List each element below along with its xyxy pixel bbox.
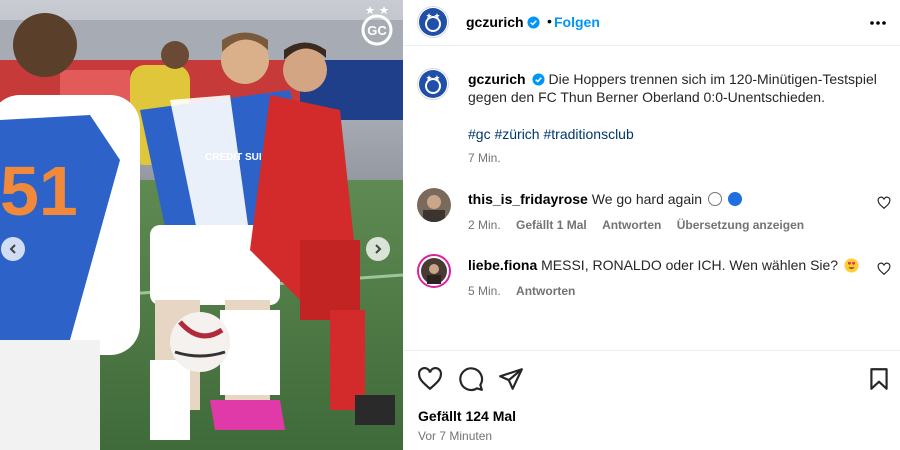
- gc-logo-icon: [419, 8, 447, 36]
- svg-text:GC: GC: [367, 23, 387, 38]
- heart-eyes-emoji-icon: [844, 258, 859, 273]
- comment-like-heart-icon[interactable]: [877, 262, 891, 276]
- avatar-image: [421, 258, 447, 284]
- comment-likes[interactable]: Gefällt 1 Mal: [516, 218, 587, 232]
- like-count[interactable]: Gefällt 124 Mal: [418, 408, 516, 424]
- comment-body: We go hard again: [591, 191, 702, 207]
- avatar-image: [417, 188, 451, 222]
- club-badge-logo: GC: [361, 6, 393, 46]
- comment-item: liebe.fiona MESSI, RONALDO oder ICH. Wen…: [403, 254, 900, 314]
- share-icon[interactable]: [498, 366, 524, 392]
- post-actions-bar: Gefällt 124 Mal Vor 7 Minuten: [403, 350, 900, 450]
- post-media[interactable]: 51 CREDIT SUISSE GC: [0, 0, 403, 450]
- caption-hashtags[interactable]: #gc #zürich #traditionsclub: [468, 126, 634, 142]
- caption-author-username[interactable]: gczurich: [468, 71, 526, 87]
- more-options-icon[interactable]: [868, 13, 888, 33]
- comment-username[interactable]: this_is_fridayrose: [468, 191, 588, 207]
- author-username-text[interactable]: gczurich: [466, 14, 524, 30]
- chevron-left-icon: [9, 244, 16, 254]
- comment-meta: 5 Min. Antworten: [468, 284, 587, 298]
- comment-time: 2 Min.: [468, 218, 501, 232]
- caption-timestamp: 7 Min.: [468, 151, 501, 165]
- verified-badge-icon: [527, 16, 540, 29]
- translate-button[interactable]: Übersetzung anzeigen: [677, 218, 804, 232]
- previous-image-button[interactable]: [1, 237, 25, 261]
- caption-text-block: gczurich Die Hoppers trennen sich im 120…: [468, 70, 888, 106]
- player-number: 51: [0, 152, 78, 230]
- white-circle-emoji-icon: [707, 192, 722, 206]
- commenter-avatar[interactable]: [417, 254, 451, 288]
- comment-body: MESSI, RONALDO oder ICH. Wen wählen Sie?: [541, 257, 839, 273]
- comment-time: 5 Min.: [468, 284, 501, 298]
- comment-like-heart-icon[interactable]: [877, 196, 891, 210]
- follow-button[interactable]: Folgen: [554, 14, 600, 30]
- comment-text-block: liebe.fiona MESSI, RONALDO oder ICH. Wen…: [468, 256, 859, 274]
- comment-username[interactable]: liebe.fiona: [468, 257, 537, 273]
- heart-icon[interactable]: [417, 366, 443, 392]
- comment-text-block: this_is_fridayrose We go hard again: [468, 190, 742, 208]
- next-image-button[interactable]: [366, 237, 390, 261]
- post-header: gczurich • Folgen: [403, 0, 900, 46]
- reply-button[interactable]: Antworten: [516, 284, 575, 298]
- post-detail-panel: gczurich • Folgen gczurich Die Hoppers t…: [403, 0, 900, 450]
- post-photo: 51 CREDIT SUISSE: [0, 0, 403, 450]
- comment-meta: 2 Min. Gefällt 1 Mal Antworten Übersetzu…: [468, 218, 816, 232]
- post-date: Vor 7 Minuten: [418, 429, 493, 443]
- bookmark-icon[interactable]: [866, 366, 892, 392]
- commenter-avatar[interactable]: [417, 188, 451, 222]
- gc-logo-icon: [419, 70, 447, 98]
- reply-button[interactable]: Antworten: [602, 218, 661, 232]
- comment-item: this_is_fridayrose We go hard again 2 Mi…: [403, 188, 900, 248]
- chevron-right-icon: [375, 244, 382, 254]
- caption-body: Die Hoppers trennen sich im 120-Minütige…: [468, 71, 877, 105]
- author-username[interactable]: gczurich: [466, 14, 540, 32]
- separator-dot: •: [547, 13, 552, 29]
- blue-circle-emoji-icon: [727, 192, 742, 206]
- caption-author-avatar[interactable]: [417, 68, 449, 100]
- author-avatar[interactable]: [417, 6, 449, 38]
- verified-badge-icon: [532, 73, 545, 86]
- comment-icon[interactable]: [458, 366, 484, 392]
